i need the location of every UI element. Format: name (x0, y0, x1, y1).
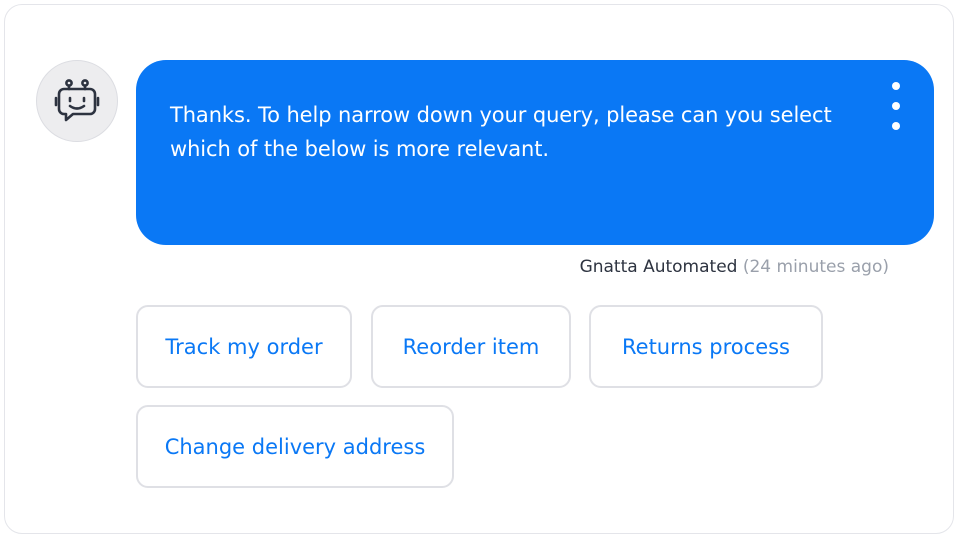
message-timestamp: (24 minutes ago) (742, 257, 889, 277)
bot-avatar (36, 60, 118, 142)
quick-reply-track-order[interactable]: Track my order (136, 305, 352, 388)
more-vertical-icon (892, 82, 900, 90)
quick-reply-change-delivery-address[interactable]: Change delivery address (136, 405, 454, 488)
message-text: Thanks. To help narrow down your query, … (170, 103, 832, 161)
message-meta: Gnatta Automated (24 minutes ago) (580, 257, 889, 277)
quick-reply-returns-process[interactable]: Returns process (589, 305, 823, 388)
sender-name: Gnatta Automated (579, 257, 738, 277)
more-vertical-icon (892, 122, 900, 130)
robot-icon (54, 79, 100, 122)
chat-card: Thanks. To help narrow down your query, … (4, 4, 954, 534)
quick-reply-reorder-item[interactable]: Reorder item (371, 305, 571, 388)
more-vertical-icon (892, 102, 900, 110)
bot-message-bubble: Thanks. To help narrow down your query, … (136, 60, 934, 245)
message-menu-button[interactable] (886, 82, 906, 130)
